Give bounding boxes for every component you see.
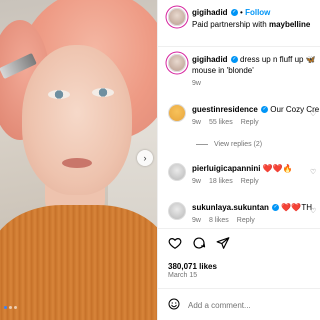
comment-item: pierluigicapannini ❤️❤️🔥 9w 18 likes Rep…: [168, 163, 320, 185]
verified-icon: ✓: [230, 9, 238, 17]
left-eye: [48, 90, 70, 99]
replies-line: [196, 144, 208, 145]
view-replies-button[interactable]: View replies (2): [196, 141, 262, 148]
comment-likes[interactable]: 8 likes: [209, 217, 229, 224]
post-date[interactable]: March 15: [168, 272, 197, 279]
comment-time[interactable]: 9w: [192, 178, 201, 185]
likes-count[interactable]: 380,071 likes: [168, 262, 217, 271]
next-image-button[interactable]: ›: [137, 150, 153, 166]
author-username[interactable]: gigihadid: [192, 8, 228, 17]
like-icon[interactable]: [168, 236, 182, 252]
carousel-dot-active: [4, 306, 7, 309]
sweater: [0, 205, 157, 320]
verified-icon: ✓: [261, 106, 269, 114]
commenter-username[interactable]: guestinresidence: [192, 105, 258, 114]
view-replies-label: View replies (2): [214, 141, 263, 148]
post-details-panel: gigihadid ✓ • Follow Paid partnership wi…: [157, 0, 320, 320]
commenter-avatar[interactable]: [168, 202, 186, 220]
comment-like-icon[interactable]: ♡: [310, 168, 316, 176]
commenter-username[interactable]: sukunlaya.sukuntan: [192, 203, 269, 212]
comment-input-bar: Add a comment...: [168, 298, 251, 312]
emoji-icon[interactable]: [168, 298, 180, 312]
follow-button[interactable]: Follow: [245, 8, 270, 17]
carousel-dot: [14, 306, 17, 309]
comment-text: ❤️❤️TH: [281, 203, 312, 212]
comment-item: sukunlaya.sukuntan ✓ ❤️❤️TH 9w 8 likes R…: [168, 202, 320, 224]
post-header: gigihadid ✓ • Follow Paid partnership wi…: [168, 8, 310, 29]
partner-link[interactable]: maybelline: [269, 20, 310, 29]
comment-like-icon[interactable]: ♡: [310, 110, 316, 118]
caption-time[interactable]: 9w: [192, 80, 201, 87]
commenter-username[interactable]: pierluigicapannini: [192, 164, 260, 173]
reply-button[interactable]: Reply: [241, 178, 259, 185]
author-avatar[interactable]: [168, 8, 186, 26]
commenter-avatar[interactable]: [168, 104, 186, 122]
comment-time[interactable]: 9w: [192, 217, 201, 224]
lips: [62, 158, 92, 168]
comment-input[interactable]: Add a comment...: [188, 301, 251, 310]
caption: gigihadid ✓ dress up n fluff up 🦋 mouse …: [168, 54, 320, 87]
comment-item: guestinresidence ✓ Our Cozy Cre 9w 55 li…: [168, 104, 320, 126]
share-icon[interactable]: [216, 236, 230, 252]
comment-likes[interactable]: 55 likes: [209, 119, 233, 126]
verified-icon: ✓: [230, 56, 238, 64]
comment-like-icon[interactable]: ♡: [310, 207, 316, 215]
actions-divider: [158, 228, 320, 229]
reply-button[interactable]: Reply: [241, 119, 259, 126]
carousel-dot: [9, 306, 12, 309]
comment-likes[interactable]: 18 likes: [209, 178, 233, 185]
caption-avatar[interactable]: [168, 54, 186, 72]
carousel-dots: [0, 306, 30, 312]
caption-username[interactable]: gigihadid: [192, 55, 228, 64]
post-image[interactable]: [0, 0, 157, 320]
commenter-avatar[interactable]: [168, 163, 186, 181]
reply-button[interactable]: Reply: [237, 217, 255, 224]
right-eye: [92, 88, 114, 97]
post-actions: [168, 236, 230, 252]
comment-divider: [158, 288, 320, 289]
comment-time[interactable]: 9w: [192, 119, 201, 126]
header-divider: [158, 46, 320, 47]
face: [22, 45, 132, 195]
comment-icon[interactable]: [192, 236, 206, 252]
comment-text: ❤️❤️🔥: [262, 164, 293, 173]
partnership-label: Paid partnership with: [192, 20, 267, 29]
separator-dot: •: [240, 8, 243, 17]
verified-icon: ✓: [272, 204, 280, 212]
